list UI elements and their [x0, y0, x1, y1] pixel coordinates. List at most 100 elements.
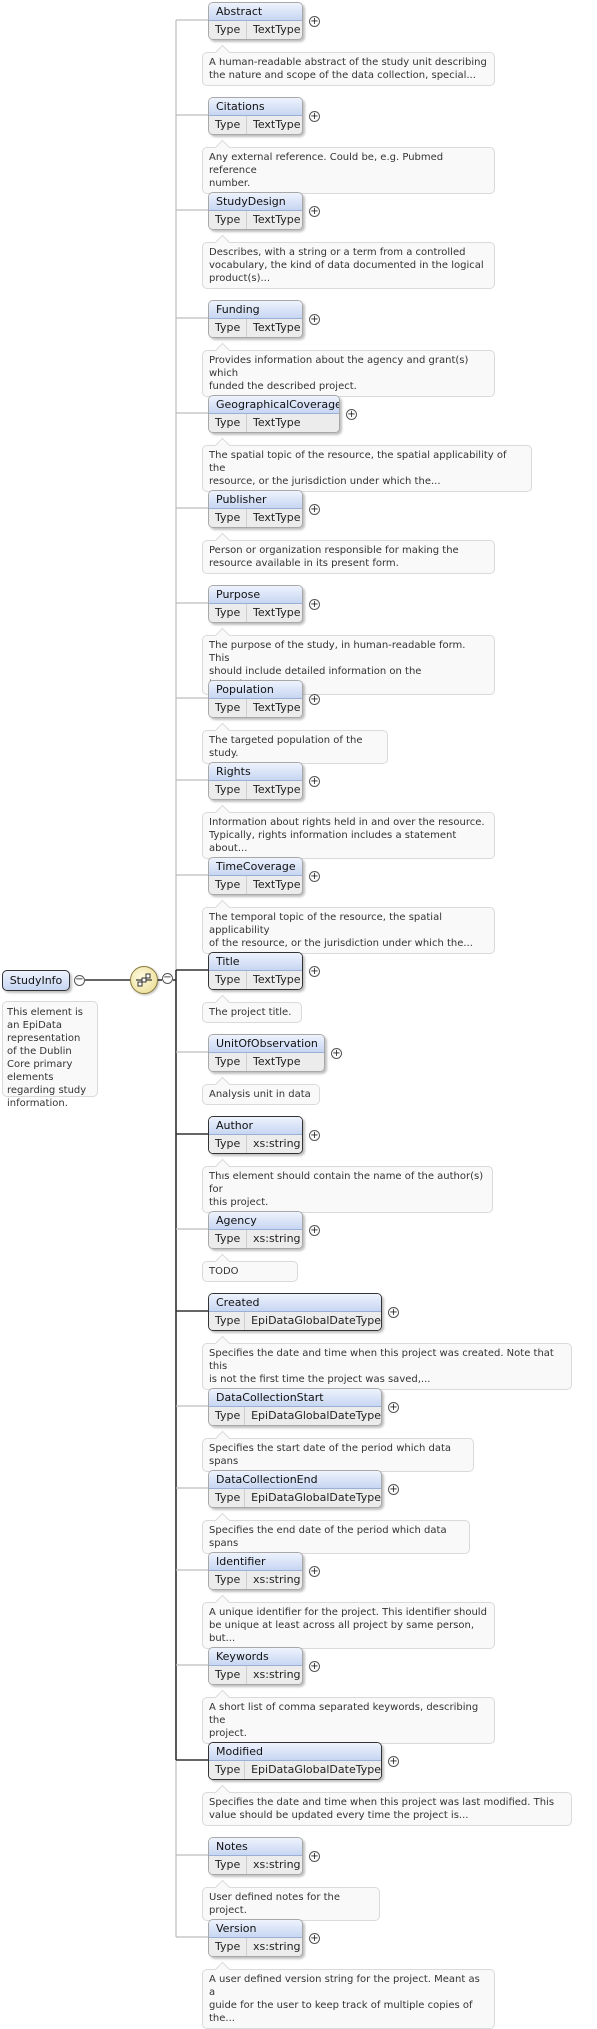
expand-citations-icon[interactable]: + — [309, 111, 320, 122]
element-author[interactable]: Author Type xs:string — [208, 1116, 303, 1154]
type-label: Type — [209, 1230, 247, 1248]
type-value: xs:string — [253, 1137, 301, 1150]
documentation-notes: User defined notes for the project. — [202, 1887, 380, 1921]
collapse-root-icon[interactable]: − — [74, 975, 85, 986]
type-label: Type — [209, 1856, 247, 1874]
sequence-compositor-icon[interactable] — [130, 966, 158, 994]
type-row: Type xs:string — [209, 1135, 302, 1153]
expand-population-icon[interactable]: + — [309, 694, 320, 705]
documentation-text: Analysis unit in data — [209, 1089, 311, 1100]
element-modified[interactable]: Modified Type EpiDataGlobalDateType — [208, 1742, 382, 1780]
element-name: UnitOfObservation — [209, 1035, 324, 1053]
element-name: Publisher — [209, 491, 302, 509]
element-citations[interactable]: Citations Type TextType — [208, 97, 303, 135]
documentation-abstract: A human-readable abstract of the study u… — [202, 52, 495, 86]
type-row: Type TextType — [209, 699, 302, 717]
expand-study-design-icon[interactable]: + — [309, 206, 320, 217]
expand-unit-of-observation-icon[interactable]: + — [331, 1048, 342, 1059]
documentation-text: Person or organization responsible for m… — [209, 545, 459, 569]
expand-abstract-icon[interactable]: + — [309, 16, 320, 27]
type-value: xs:string — [253, 1232, 301, 1245]
element-publisher[interactable]: Publisher Type TextType — [208, 490, 303, 528]
documentation-text: TODO — [209, 1266, 239, 1277]
expand-geographical-coverage-icon[interactable]: + — [346, 409, 357, 420]
expand-created-icon[interactable]: + — [388, 1307, 399, 1318]
element-agency[interactable]: Agency Type xs:string — [208, 1211, 303, 1249]
expand-title-icon[interactable]: + — [309, 966, 320, 977]
element-keywords[interactable]: Keywords Type xs:string — [208, 1647, 303, 1685]
type-row: Type TextType — [209, 319, 302, 337]
expand-symbol: + — [310, 599, 319, 610]
documentation-created: Specifies the date and time when this pr… — [202, 1343, 572, 1390]
documentation-citations: Any external reference. Could be, e.g. P… — [202, 147, 495, 194]
type-value: TextType — [253, 606, 301, 619]
expand-data-collection-end-icon[interactable]: + — [388, 1484, 399, 1495]
documentation-text: Specifies the start date of the period w… — [209, 1443, 452, 1467]
type-label: Type — [209, 1761, 246, 1779]
element-data-collection-end[interactable]: DataCollectionEnd Type EpiDataGlobalDateTy… — [208, 1470, 382, 1508]
expand-time-coverage-icon[interactable]: + — [309, 871, 320, 882]
type-row: Type TextType — [209, 509, 302, 527]
documentation-text: The targeted population of the study. — [209, 735, 363, 759]
element-name: Title — [209, 953, 302, 971]
expand-symbol: + — [389, 1756, 398, 1767]
element-identifier[interactable]: Identifier Type xs:string — [208, 1552, 303, 1590]
type-value: TextType — [253, 23, 301, 36]
element-unit-of-observation[interactable]: UnitOfObservation Type TextType — [208, 1034, 325, 1072]
documentation-population: The targeted population of the study. — [202, 730, 388, 764]
element-funding[interactable]: Funding Type TextType — [208, 300, 303, 338]
element-name: Population — [209, 681, 302, 699]
type-label: Type — [209, 699, 247, 717]
expand-publisher-icon[interactable]: + — [309, 504, 320, 515]
expand-keywords-icon[interactable]: + — [309, 1661, 320, 1672]
root-element-studyinfo[interactable]: StudyInfo — [2, 970, 70, 991]
type-value: EpiDataGlobalDateType — [251, 1409, 381, 1422]
root-doc-text: This element is an EpiData representatio… — [7, 1007, 87, 1109]
element-purpose[interactable]: Purpose Type TextType — [208, 585, 303, 623]
element-notes[interactable]: Notes Type xs:string — [208, 1837, 303, 1875]
element-population[interactable]: Population Type TextType — [208, 680, 303, 718]
element-created[interactable]: Created Type EpiDataGlobalDateType — [208, 1293, 382, 1331]
collapse-sequence-icon[interactable]: − — [162, 973, 173, 984]
type-row: Type TextType — [209, 876, 302, 894]
expand-symbol: + — [389, 1307, 398, 1318]
type-row: Type TextType — [209, 1053, 324, 1071]
documentation-text: A user defined version string for the pr… — [209, 1974, 480, 2024]
documentation-title: The project title. — [202, 1002, 302, 1023]
expand-agency-icon[interactable]: + — [309, 1225, 320, 1236]
type-label: Type — [209, 319, 247, 337]
documentation-publisher: Person or organization responsible for m… — [202, 540, 495, 574]
type-label: Type — [209, 116, 247, 134]
expand-data-collection-start-icon[interactable]: + — [388, 1402, 399, 1413]
element-abstract[interactable]: Abstract Type TextType — [208, 2, 303, 40]
expand-identifier-icon[interactable]: + — [309, 1566, 320, 1577]
type-value: EpiDataGlobalDateType — [251, 1314, 381, 1327]
type-label: Type — [209, 1407, 246, 1425]
documentation-text: User defined notes for the project. — [209, 1892, 341, 1916]
element-title[interactable]: Title Type TextType — [208, 952, 303, 990]
element-time-coverage[interactable]: TimeCoverage Type TextType — [208, 857, 303, 895]
type-row: Type xs:string — [209, 1938, 302, 1956]
expand-purpose-icon[interactable]: + — [309, 599, 320, 610]
expand-funding-icon[interactable]: + — [309, 314, 320, 325]
element-name: TimeCoverage — [209, 858, 302, 876]
expand-symbol: + — [310, 314, 319, 325]
element-study-design[interactable]: StudyDesign Type TextType — [208, 192, 303, 230]
expand-modified-icon[interactable]: + — [388, 1756, 399, 1767]
element-rights[interactable]: Rights Type TextType — [208, 762, 303, 800]
expand-rights-icon[interactable]: + — [309, 776, 320, 787]
type-label: Type — [209, 1666, 247, 1684]
element-data-collection-start[interactable]: DataCollectionStart Type EpiDataGlobalDate… — [208, 1388, 382, 1426]
element-name: DataCollectionStart — [209, 1389, 381, 1407]
type-row: Type TextType — [209, 116, 302, 134]
documentation-agency: TODO — [202, 1261, 298, 1282]
type-label: Type — [209, 1312, 246, 1330]
type-value: xs:string — [253, 1573, 301, 1586]
element-name: Purpose — [209, 586, 302, 604]
expand-author-icon[interactable]: + — [309, 1130, 320, 1141]
element-version[interactable]: Version Type xs:string — [208, 1919, 303, 1957]
expand-notes-icon[interactable]: + — [309, 1851, 320, 1862]
element-geographical-coverage[interactable]: GeographicalCoverage Type TextType — [208, 395, 340, 433]
type-value: EpiDataGlobalDateType — [251, 1763, 381, 1776]
expand-version-icon[interactable]: + — [309, 1933, 320, 1944]
